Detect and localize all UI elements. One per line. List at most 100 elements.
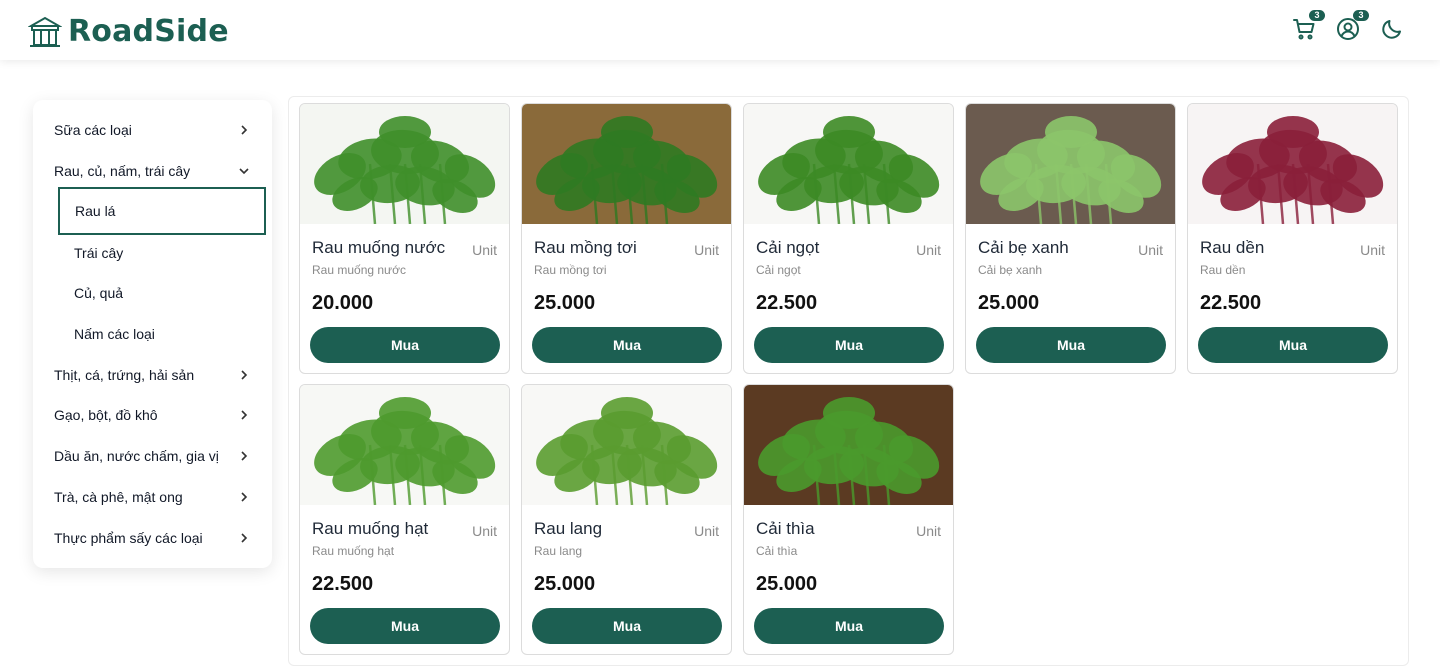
product-card[interactable]: Rau lang Unit Rau lang 25.000 Mua (521, 384, 732, 655)
product-price: 25.000 (756, 573, 818, 595)
category-sidebar: Sữa các loại Rau, củ, nấm, trái cây Rau lá… (33, 100, 272, 568)
product-subtitle: Rau dền (1200, 263, 1246, 277)
product-subtitle: Cải bẹ xanh (978, 263, 1043, 277)
brand-logo[interactable]: RoadSide (28, 14, 229, 49)
product-unit: Unit (1360, 242, 1385, 258)
top-header: RoadSide 3 3 (0, 0, 1440, 60)
product-card[interactable]: Rau muống hạt Unit Rau muống hạt 22.500 Mua (299, 384, 510, 655)
sidebar-category-label: Trà, cà phê, mật ong (54, 488, 183, 505)
product-price: 20.000 (312, 292, 374, 314)
vegetable-image-icon (744, 385, 953, 505)
theme-toggle-button[interactable] (1380, 16, 1404, 42)
product-name: Cải ngọt (756, 238, 820, 257)
sidebar-subcategory[interactable]: Rau lá (58, 187, 266, 236)
product-image[interactable] (744, 385, 953, 505)
product-price: 22.500 (312, 573, 374, 595)
product-subtitle: Rau muống hạt (312, 544, 395, 558)
product-unit: Unit (472, 523, 497, 539)
product-image[interactable] (1188, 104, 1397, 224)
chevron-right-icon (241, 492, 248, 502)
sidebar-category-label: Thực phẩm sấy các loại (54, 529, 203, 546)
chevron-right-icon (241, 410, 248, 421)
product-card[interactable]: Rau dền Unit Rau dền 22.500 Mua (1187, 103, 1398, 374)
product-subtitle: Cải ngọt (756, 263, 801, 277)
buy-button[interactable]: Mua (754, 327, 944, 363)
chevron-right-icon (241, 370, 248, 380)
product-image[interactable] (966, 104, 1175, 224)
product-card[interactable]: Rau mồng tơi Unit Rau mồng tơi 25.000 Mua (521, 103, 732, 374)
product-name: Rau mồng tơi (534, 238, 637, 257)
vegetable-image-icon (744, 104, 953, 224)
sidebar-category[interactable]: Rau, củ, nấm, trái cây (33, 151, 272, 192)
buy-button[interactable]: Mua (1198, 327, 1388, 363)
brand-name: RoadSide (68, 14, 229, 49)
sidebar-category[interactable]: Sữa các loại (33, 110, 272, 151)
sidebar-subcategory[interactable]: Nấm các loại (33, 314, 272, 355)
product-subtitle: Rau muống nước (312, 263, 406, 277)
product-name: Rau lang (534, 519, 603, 538)
product-price: 25.000 (534, 573, 596, 595)
sidebar-category[interactable]: Trà, cà phê, mật ong (33, 477, 272, 518)
product-name: Rau muống hạt (312, 519, 429, 538)
buy-button[interactable]: Mua (310, 327, 500, 363)
product-name: Rau muống nước (312, 238, 446, 257)
buy-button[interactable]: Mua (532, 608, 722, 644)
sidebar-category-label: Dầu ăn, nước chấm, gia vị (54, 448, 219, 465)
vegetable-image-icon (300, 385, 509, 505)
vegetable-image-icon (300, 104, 509, 224)
product-card[interactable]: Cải thìa Unit Cải thìa 25.000 Mua (743, 384, 954, 655)
vegetable-image-icon (966, 104, 1175, 224)
sidebar-subcategory[interactable]: Củ, quả (33, 273, 272, 314)
product-unit: Unit (472, 242, 497, 258)
sidebar-category[interactable]: Thịt, cá, trứng, hải sản (33, 354, 272, 395)
cart-count-badge: 3 (1309, 10, 1325, 21)
product-image[interactable] (522, 385, 731, 505)
product-unit: Unit (694, 242, 719, 258)
product-unit: Unit (694, 523, 719, 539)
product-card[interactable]: Cải bẹ xanh Unit Cải bẹ xanh 25.000 Mua (965, 103, 1176, 374)
product-grid: Rau muống nước Unit Rau muống nước 20.000 Mu… (288, 96, 1409, 666)
sidebar-category[interactable]: Gạo, bột, đồ khô (33, 395, 272, 436)
product-name: Rau dền (1200, 238, 1265, 257)
product-card[interactable]: Cải ngọt Unit Cải ngọt 22.500 Mua (743, 103, 954, 374)
chevron-right-icon (241, 125, 248, 135)
buy-button[interactable]: Mua (532, 327, 722, 363)
vegetable-image-icon (522, 385, 731, 505)
product-card[interactable]: Rau muống nước Unit Rau muống nước 20.000 Mu… (299, 103, 510, 374)
sidebar-category[interactable]: Thực phẩm sấy các loại (33, 517, 272, 558)
buy-button[interactable]: Mua (310, 608, 500, 644)
buy-button[interactable]: Mua (754, 608, 944, 644)
product-subtitle: Cải thìa (756, 544, 798, 558)
buy-button[interactable]: Mua (976, 327, 1166, 363)
product-unit: Unit (1138, 242, 1163, 258)
chevron-down-icon (239, 168, 249, 175)
product-image[interactable] (300, 104, 509, 224)
sidebar-category-label: Thịt, cá, trứng, hải sản (54, 366, 195, 383)
cart-button[interactable]: 3 (1292, 10, 1325, 42)
chevron-right-icon (241, 451, 248, 461)
product-subtitle: Rau mồng tơi (534, 263, 607, 277)
sidebar-category-label: Rau, củ, nấm, trái cây (54, 163, 191, 180)
product-image[interactable] (522, 104, 731, 224)
product-price: 22.500 (1200, 292, 1262, 314)
header-actions: 3 3 (1292, 10, 1404, 42)
chevron-right-icon (241, 532, 248, 543)
product-price: 25.000 (534, 292, 596, 314)
moon-icon (1382, 20, 1401, 39)
account-count-badge: 3 (1353, 10, 1369, 21)
product-price: 25.000 (978, 292, 1040, 314)
sidebar-subcategory-label: Rau lá (75, 203, 116, 220)
sidebar-category-label: Sữa các loại (54, 122, 132, 139)
product-image[interactable] (300, 385, 509, 505)
vegetable-image-icon (522, 104, 731, 224)
sidebar-category[interactable]: Dầu ăn, nước chấm, gia vị (33, 436, 272, 477)
account-button[interactable]: 3 (1336, 10, 1369, 42)
product-name: Cải thìa (756, 519, 815, 538)
product-subtitle: Rau lang (534, 544, 583, 558)
sidebar-subcategory-label: Nấm các loại (74, 326, 155, 343)
sidebar-subcategory[interactable]: Trái cây (33, 232, 272, 273)
sidebar-category-label: Gạo, bột, đồ khô (54, 407, 158, 424)
product-price: 22.500 (756, 292, 818, 314)
product-unit: Unit (916, 523, 941, 539)
product-image[interactable] (744, 104, 953, 224)
